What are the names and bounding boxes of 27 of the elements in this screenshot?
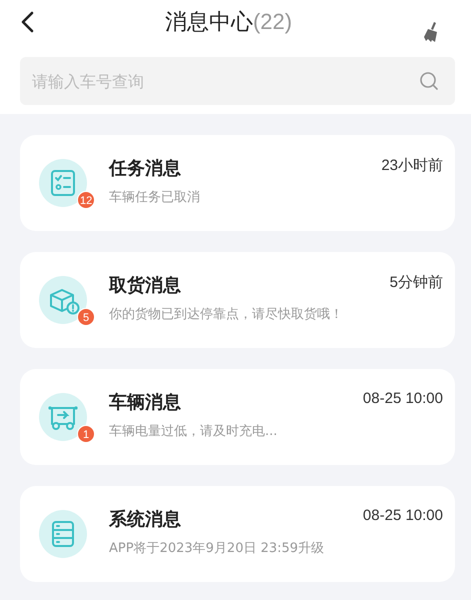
search-icon[interactable] — [419, 71, 439, 91]
message-preview: 车辆电量过低，请及时充电... — [109, 423, 278, 440]
message-preview: APP将于2023年9月20日 23:59升级 — [109, 540, 326, 557]
server-icon — [39, 510, 87, 558]
message-title: 取货消息 — [109, 274, 181, 297]
cart-icon — [39, 393, 87, 441]
package-alert-icon — [39, 276, 87, 324]
unread-badge: 12 — [77, 191, 96, 209]
unread-badge: 5 — [77, 308, 95, 326]
page-title: 消息中心 — [164, 9, 253, 37]
message-preview: 你的货物已到达停靠点，请尽快取货哦！ — [109, 306, 344, 323]
message-card[interactable]: 5 取货消息 5分钟前 你的货物已到达停靠点，请尽快取货哦！ — [20, 252, 455, 348]
back-icon[interactable] — [20, 11, 34, 33]
message-time: 08-25 10:00 — [362, 390, 443, 407]
message-preview: 车辆任务已取消 — [109, 189, 201, 206]
message-time: 08-25 10:00 — [362, 507, 443, 524]
unread-badge: 1 — [77, 425, 95, 443]
message-title: 任务消息 — [109, 157, 181, 180]
message-card[interactable]: 12 任务消息 23小时前 车辆任务已取消 — [20, 135, 455, 231]
message-card[interactable]: 1 车辆消息 08-25 10:00 车辆电量过低，请及时充电... — [20, 369, 455, 465]
message-count: (22) — [252, 9, 292, 35]
search-field[interactable]: 请输入车号查询 — [20, 57, 455, 105]
message-card[interactable]: 系统消息 08-25 10:00 APP将于2023年9月20日 23:59升级 — [20, 486, 455, 582]
message-title: 系统消息 — [109, 508, 181, 531]
message-time: 5分钟前 — [390, 273, 443, 292]
message-title: 车辆消息 — [109, 391, 181, 414]
message-time: 23小时前 — [381, 156, 443, 175]
